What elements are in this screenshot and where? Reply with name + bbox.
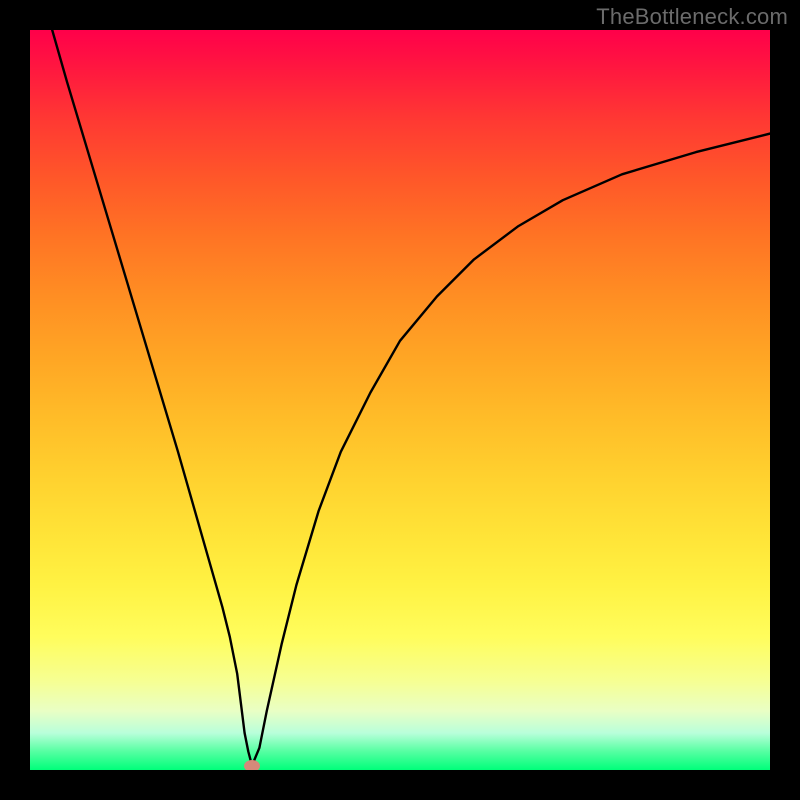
plot-area	[30, 30, 770, 770]
bottleneck-curve	[30, 30, 770, 770]
chart-frame: TheBottleneck.com	[0, 0, 800, 800]
optimal-point-marker	[244, 760, 260, 770]
watermark-text: TheBottleneck.com	[596, 4, 788, 30]
